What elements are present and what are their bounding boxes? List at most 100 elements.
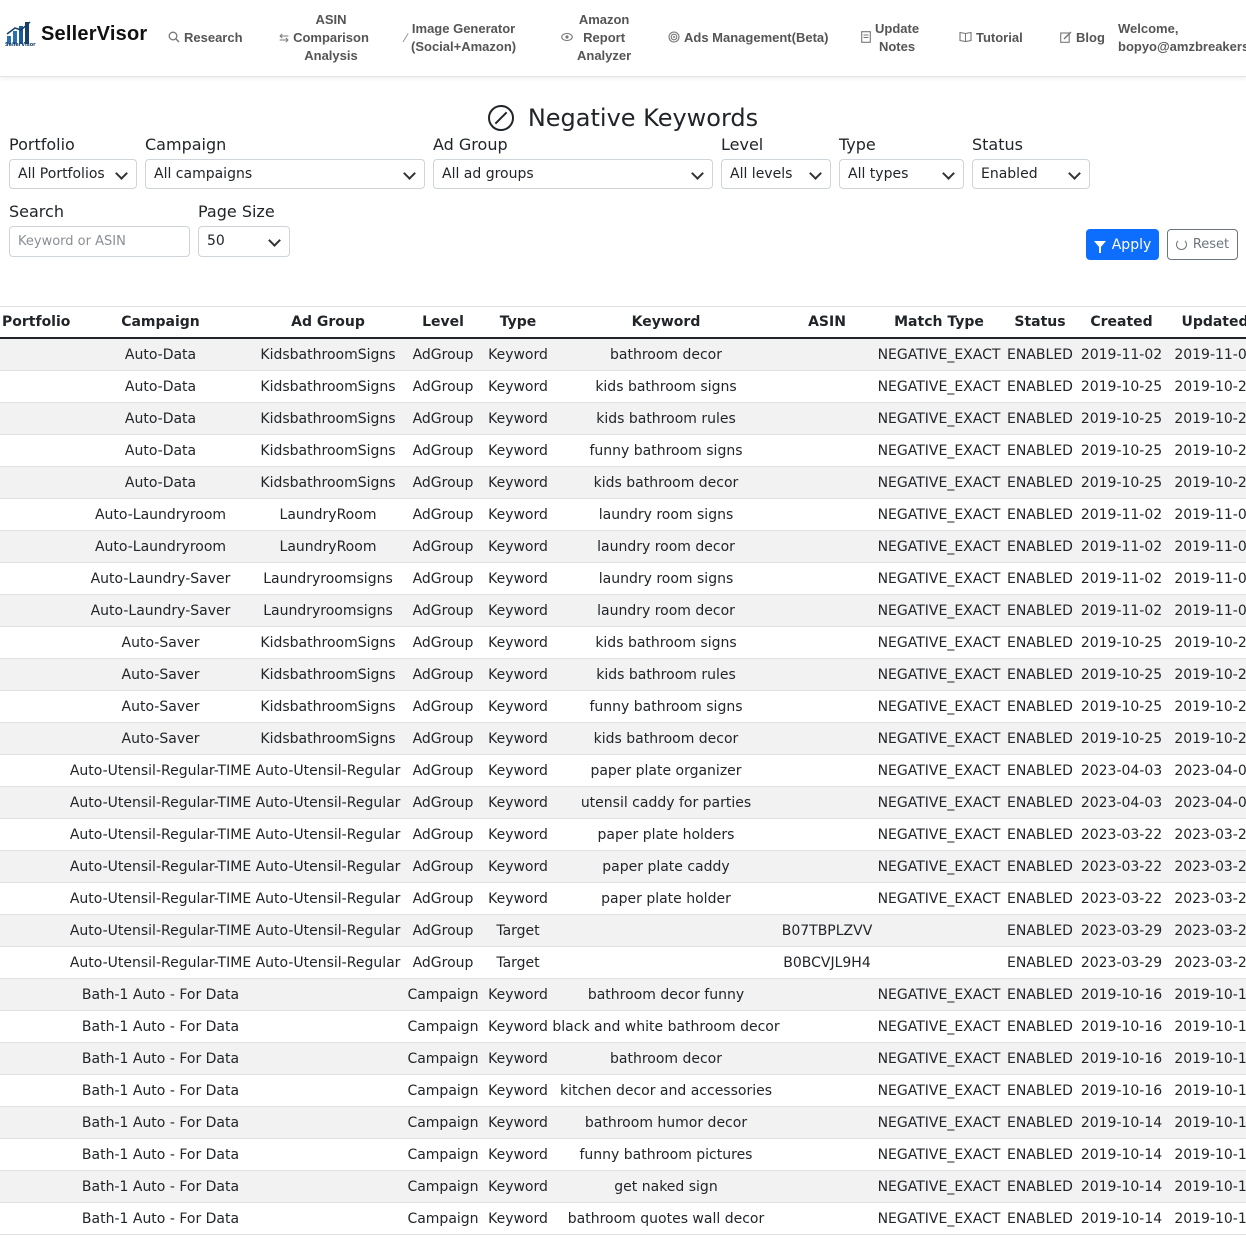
col-asin[interactable]: ASIN [781,307,873,339]
cell-level: Campaign [401,1010,485,1043]
table-row[interactable]: Auto-Utensil-Regular-TIME Auto-Utensil-Re… [0,850,1246,883]
brand-name: SellerVisor [41,22,148,45]
table-row[interactable]: Auto-Data KidsbathroomSigns AdGroup Keyword… [0,370,1246,403]
table-row[interactable]: Auto-Laundry-Saver Laundryroomsigns AdGrou… [0,594,1246,627]
col-match-type[interactable]: Match Type [873,307,1005,339]
table-row[interactable]: Auto-Data KidsbathroomSigns AdGroup Keyword… [0,466,1246,499]
col-keyword[interactable]: Keyword [551,307,781,339]
cell-match-type: NEGATIVE_EXACT [873,562,1005,595]
table-row[interactable]: Auto-Utensil-Regular-TIME Auto-Utensil-Re… [0,818,1246,851]
table-row[interactable]: Bath-1 Auto - For Data Campaign Keyword bat… [0,1202,1246,1235]
level-select[interactable]: All levels [721,159,831,189]
table-row[interactable]: Auto-Data KidsbathroomSigns AdGroup Keyword… [0,338,1246,371]
apply-button[interactable]: Apply [1086,229,1159,260]
cell-match-type: NEGATIVE_EXACT [873,690,1005,723]
table-row[interactable]: Bath-1 Auto - For Data Campaign Keyword bla… [0,1010,1246,1043]
table-row[interactable]: Auto-Saver KidsbathroomSigns AdGroup Keywor… [0,722,1246,755]
cell-ad-group [255,1010,401,1043]
table-row[interactable]: Auto-Utensil-Regular-TIME Auto-Utensil-Re… [0,754,1246,787]
col-updated[interactable]: Updated [1168,307,1246,339]
brand[interactable]: SellerVisor SellerVisor [5,20,147,48]
table-row[interactable]: Auto-Utensil-Regular-TIME Auto-Utensil-Re… [0,786,1246,819]
ad-group-select[interactable]: All ad groups [433,159,713,189]
nav-image-generator[interactable]: ⁄ Image Generator (Social+Amazon) [405,0,516,76]
col-created[interactable]: Created [1075,307,1168,339]
table-row[interactable]: Auto-Saver KidsbathroomSigns AdGroup Keywor… [0,690,1246,723]
cell-created: 2019-10-16 [1075,978,1168,1011]
table-row[interactable]: Bath-1 Auto - For Data Campaign Keyword get… [0,1170,1246,1203]
cell-updated: 2019-10-25 [1168,722,1246,755]
table-row[interactable]: Auto-Laundry-Saver Laundryroomsigns AdGrou… [0,562,1246,595]
table-row[interactable]: Bath-1 Auto - For Data Campaign Keyword bat… [0,1106,1246,1139]
cell-level: Campaign [401,1106,485,1139]
cell-match-type: NEGATIVE_EXACT [873,1170,1005,1203]
cell-ad-group: Auto-Utensil-Regular [255,818,401,851]
cell-updated: 2019-10-25 [1168,402,1246,435]
status-select-value: Enabled [981,166,1038,182]
col-ad-group[interactable]: Ad Group [255,307,401,339]
col-level[interactable]: Level [401,307,485,339]
table-row[interactable]: Auto-Utensil-Regular-TIME Auto-Utensil-Re… [0,882,1246,915]
cell-match-type: NEGATIVE_EXACT [873,498,1005,531]
table-row[interactable]: Bath-1 Auto - For Data Campaign Keyword fun… [0,1138,1246,1171]
cell-asin [781,1010,873,1043]
target-icon [668,30,680,46]
cell-level: AdGroup [401,658,485,691]
table-row[interactable]: Auto-Laundryroom LaundryRoom AdGroup Keywor… [0,530,1246,563]
portfolio-select[interactable]: All Portfolios [9,159,137,189]
cell-asin [781,402,873,435]
cell-asin [781,690,873,723]
cell-portfolio [0,530,66,563]
campaign-label: Campaign [145,135,227,154]
table-row[interactable]: Auto-Utensil-Regular-TIME Auto-Utensil-Re… [0,946,1246,979]
table-row[interactable]: Bath-1 Auto - For Data Campaign Keyword bat… [0,978,1246,1011]
cell-created: 2019-10-16 [1075,1042,1168,1075]
nav-asin-line2: Comparison [293,30,369,45]
table-row[interactable]: Auto-Utensil-Regular-TIME Auto-Utensil-Re… [0,914,1246,947]
cell-keyword: bathroom quotes wall decor [551,1202,781,1235]
filter-panel: Portfolio All Portfolios Campaign All ca… [0,135,1246,275]
table-row[interactable]: Auto-Saver KidsbathroomSigns AdGroup Keywor… [0,658,1246,691]
col-type[interactable]: Type [485,307,551,339]
nav-tutorial[interactable]: Tutorial [959,0,1023,76]
table-row[interactable]: Auto-Laundryroom LaundryRoom AdGroup Keywor… [0,498,1246,531]
table-row[interactable]: Bath-1 Auto - For Data Campaign Keyword bat… [0,1042,1246,1075]
cell-type: Keyword [485,562,551,595]
col-status[interactable]: Status [1005,307,1075,339]
status-select[interactable]: Enabled [972,159,1090,189]
cell-keyword: kids bathroom decor [551,466,781,499]
nav-report-line3: Analyzer [577,48,632,63]
cell-updated: 2019-10-14 [1168,1138,1246,1171]
cell-updated: 2019-11-02 [1168,530,1246,563]
nav-asin-comparison[interactable]: ⇆ ASIN Comparison Analysis [279,0,369,76]
nav-report-analyzer[interactable]: Amazon Report Analyzer [561,0,631,76]
type-select[interactable]: All types [839,159,964,189]
user-menu[interactable]: Welcome, bopyo@amzbreakers. [1118,0,1246,76]
table-row[interactable]: Auto-Saver KidsbathroomSigns AdGroup Keywor… [0,626,1246,659]
cell-level: AdGroup [401,402,485,435]
nav-research[interactable]: Research [168,0,243,76]
cell-level: Campaign [401,1170,485,1203]
campaign-select[interactable]: All campaigns [145,159,425,189]
nav-update-notes[interactable]: Update Notes [861,0,919,76]
col-portfolio[interactable]: Portfolio [0,307,70,339]
cell-keyword: kids bathroom signs [551,626,781,659]
cell-ad-group [255,1138,401,1171]
cell-keyword: paper plate holders [551,818,781,851]
chevron-down-icon [1068,167,1081,180]
cell-asin [781,562,873,595]
cell-type: Target [485,914,551,947]
cell-asin [781,786,873,819]
cell-created: 2019-10-25 [1075,658,1168,691]
table-row[interactable]: Auto-Data KidsbathroomSigns AdGroup Keyword… [0,434,1246,467]
table-row[interactable]: Bath-1 Auto - For Data Campaign Keyword kit… [0,1074,1246,1107]
page-size-select[interactable]: 50 [198,226,290,257]
col-campaign[interactable]: Campaign [66,307,255,339]
cell-campaign: Auto-Saver [66,658,255,691]
reset-button[interactable]: Reset [1167,229,1238,260]
search-input[interactable] [9,226,190,257]
table-row[interactable]: Auto-Data KidsbathroomSigns AdGroup Keyword… [0,402,1246,435]
cell-campaign: Auto-Data [66,338,255,371]
nav-ads-management[interactable]: Ads Management(Beta) [668,0,828,76]
nav-blog[interactable]: Blog [1060,0,1105,76]
